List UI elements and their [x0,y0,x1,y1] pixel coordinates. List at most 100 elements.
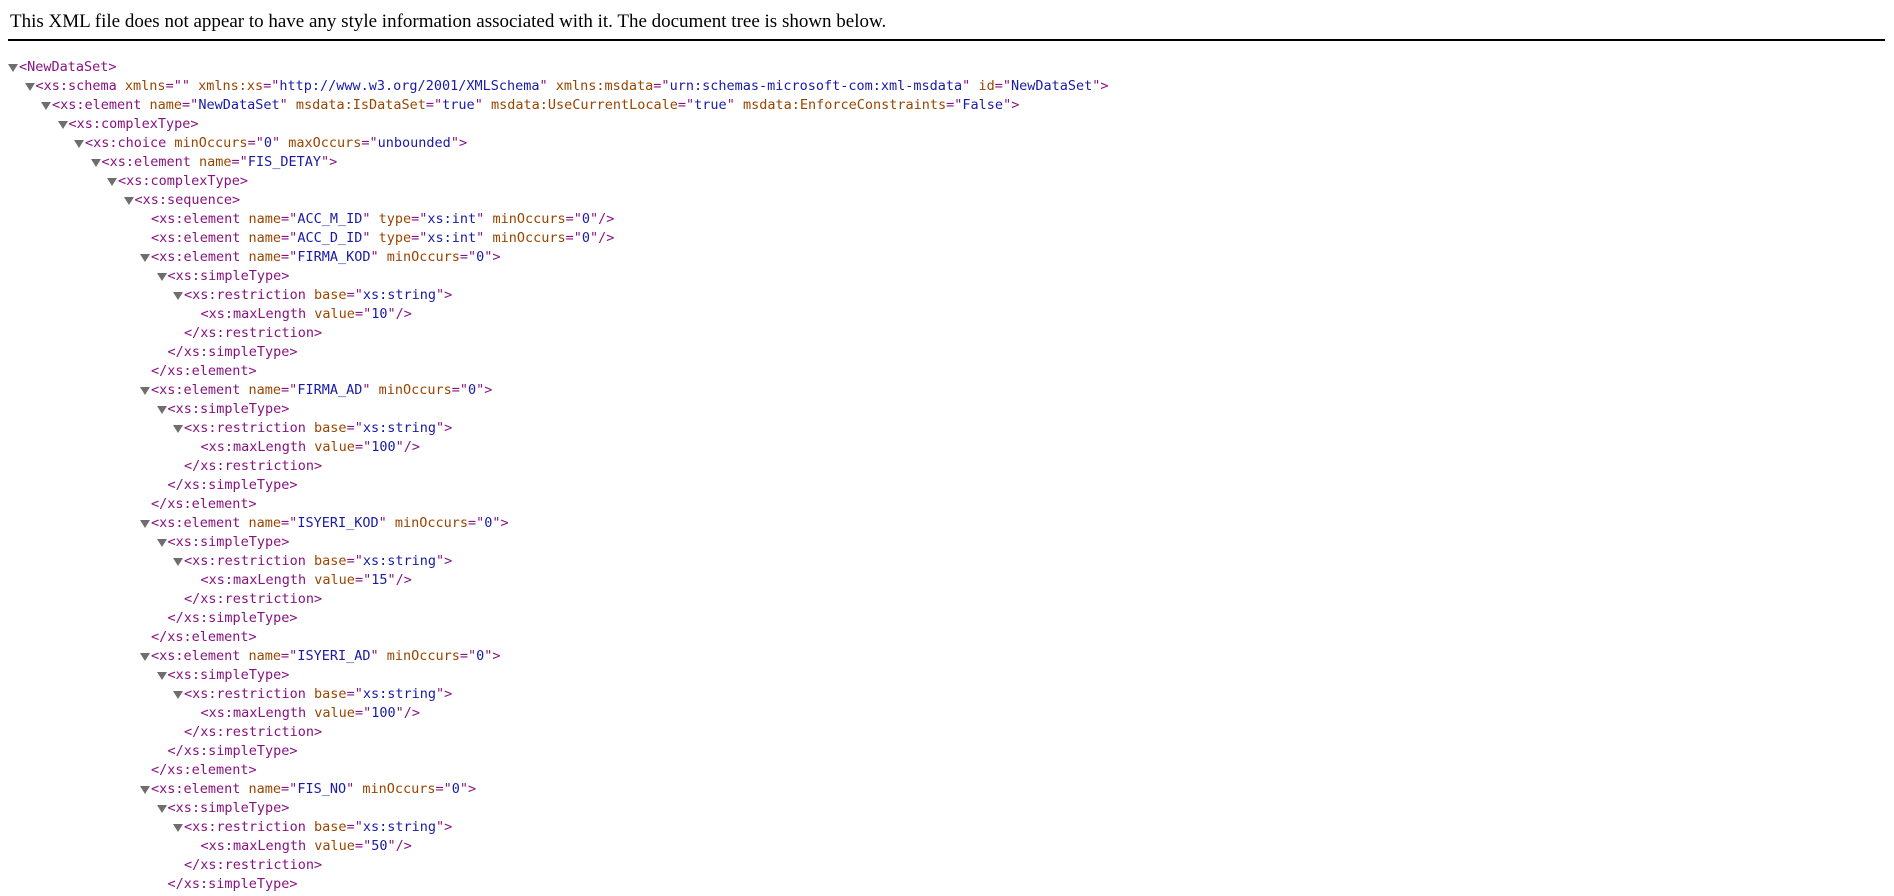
xml-tag-text: =" [354,838,372,854]
collapse-triangle-icon[interactable] [156,672,167,680]
xml-attribute-name: value [306,838,355,854]
xml-tag-text: =" [361,135,378,151]
xml-attribute-value: xs:string [362,553,436,569]
xml-tag-text: <xs:element [151,781,241,797]
collapse-triangle-icon[interactable] [140,520,150,528]
xml-line-text: </xs:simpleType> [168,609,298,628]
xml-tag-text: </xs:restriction> [184,325,323,341]
xml-attribute-name: value [306,439,355,455]
collapse-triangle-icon[interactable] [173,824,183,832]
collapse-triangle-icon[interactable] [173,691,183,699]
xml-line-text: <xs:element name="ACC_M_ID" type="xs:int… [151,210,614,229]
xml-tag-text: =" [346,553,363,569]
xml-line-text: <xs:complexType> [69,115,199,134]
xml-tag-text: <NewDataSet> [19,59,117,75]
xml-tag-text: =" [346,287,363,303]
collapse-triangle-icon[interactable] [156,539,167,547]
xml-tag-text: "> [1003,97,1020,113]
xml-tag-text: <xs:element [151,249,241,265]
collapse-triangle-icon[interactable] [140,387,150,395]
xml-line-text: <xs:schema xmlns="" xmlns:xs="http://www… [36,77,1109,96]
xml-line-text: <xs:element name="FIS_DETAY"> [102,153,338,172]
collapse-triangle-icon[interactable] [173,558,183,566]
xml-attribute-value: ACC_M_ID [297,211,363,227]
xml-attribute-name: name [240,249,282,265]
xml-tag-text: "> [435,553,453,569]
xml-tag-text: <xs:simpleType> [167,401,290,417]
xml-attribute-name: type [370,211,412,227]
xml-tag-text: <xs:maxLength [200,572,307,588]
collapse-triangle-icon[interactable] [156,406,167,414]
collapse-triangle-icon[interactable] [8,64,18,72]
xml-tag-text: <xs:element [151,515,241,531]
xml-tag-text: </xs:restriction> [184,591,323,607]
collapse-triangle-icon[interactable] [156,805,167,813]
xml-line-text: <xs:restriction base="xs:string"> [184,286,452,305]
xml-tag-text: "> [484,249,501,265]
xml-tag-text: " [370,648,379,664]
collapse-triangle-icon[interactable] [107,178,117,186]
xml-tag-text: <xs:restriction [184,287,306,303]
xml-attribute-value: xs:int [427,211,477,227]
xml-attribute-name: name [240,211,282,227]
collapse-triangle-icon[interactable] [74,140,84,148]
xml-tag-text: =" [281,382,298,398]
xml-attribute-value: true [442,97,475,113]
xml-tag-text: "/> [395,705,420,721]
xml-tag-text: =" [435,781,452,797]
xml-line-text: <xs:element name="FIRMA_KOD" minOccurs="… [151,248,501,267]
xml-tag-text: </xs:element> [151,762,257,778]
xml-attribute-name: maxOccurs [280,135,362,151]
xml-tag-text: "> [1092,78,1109,94]
xml-attribute-value: 15 [371,572,388,588]
collapse-triangle-icon[interactable] [90,159,101,167]
xml-attribute-value: ISYERI_AD [297,648,371,664]
collapse-triangle-icon[interactable] [57,121,68,129]
xml-tag-text: =" [182,97,199,113]
xml-line-text: <xs:restriction base="xs:string"> [184,552,452,571]
xml-line-text: <xs:simpleType> [168,799,290,818]
xml-attribute-value: 0 [581,211,590,227]
collapse-triangle-icon[interactable] [173,425,183,433]
xml-line-text: </xs:element> [151,628,257,647]
collapse-triangle-icon[interactable] [140,254,150,262]
xml-attribute-name: minOccurs [166,135,248,151]
xml-tag-text: "> [435,686,453,702]
collapse-triangle-icon[interactable] [156,273,167,281]
xml-tag-text: "/> [590,230,615,246]
xml-attribute-name: msdata:EnforceConstraints [734,97,947,113]
xml-tag-text: <xs:sequence> [134,192,241,208]
xml-tag-text: =" [354,705,372,721]
xml-tag-text: =" [346,420,363,436]
xml-attribute-name: base [305,686,347,702]
collapse-triangle-icon[interactable] [173,292,183,300]
xml-attribute-value: 50 [371,838,388,854]
xml-attribute-value: xs:string [362,686,436,702]
collapse-triangle-icon[interactable] [41,102,51,110]
xml-attribute-value: NewDataSet [198,97,280,113]
xml-tag-text: =" [354,439,372,455]
xml-line-text: <xs:restriction base="xs:string"> [184,419,452,438]
xml-attribute-value: ACC_D_ID [297,230,363,246]
xml-tag-text: <xs:restriction [184,819,306,835]
xml-tag-text: =" [451,382,469,398]
xml-line-text: <xs:simpleType> [168,267,290,286]
collapse-triangle-icon[interactable] [140,786,150,794]
xml-line-text: <xs:element name="ACC_D_ID" type="xs:int… [151,229,614,248]
xml-attribute-name: xmlns [116,78,166,94]
xml-attribute-value: FIRMA_KOD [297,249,371,265]
collapse-triangle-icon[interactable] [123,197,134,205]
xml-attribute-name: base [305,819,347,835]
xml-attribute-value: 100 [371,705,396,721]
xml-tag-text: <xs:element [151,230,241,246]
xml-attribute-name: value [306,572,355,588]
collapse-triangle-icon[interactable] [140,653,150,661]
xml-line-text: </xs:restriction> [184,856,322,875]
collapse-triangle-icon[interactable] [24,83,35,91]
xml-tag-text: =" [459,648,477,664]
xml-line-text: </xs:simpleType> [168,343,298,362]
xml-tag-text: =" [354,306,372,322]
xml-tag-text: =" [281,211,298,227]
xml-tag-text: </xs:restriction> [184,724,323,740]
xml-tag-text: =" [281,249,298,265]
